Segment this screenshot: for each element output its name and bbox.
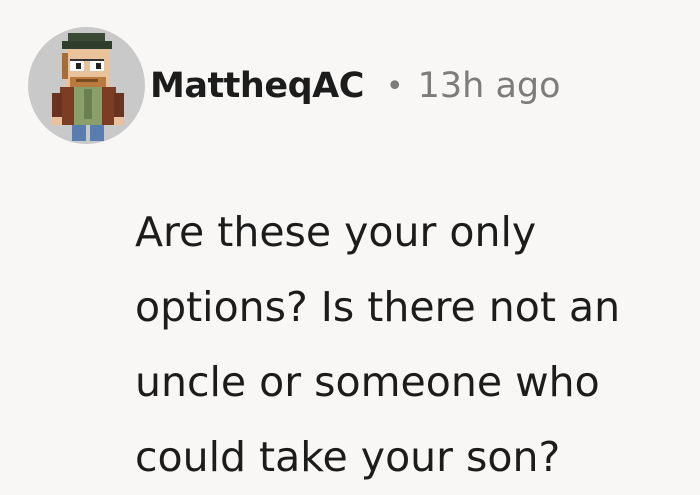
comment: MattheqAC • 13h ago Are these your only … xyxy=(0,0,700,491)
comment-body: Are these your only options? Is there no… xyxy=(135,208,621,481)
timestamp[interactable]: 13h ago xyxy=(418,66,561,106)
comment-header: MattheqAC • 13h ago xyxy=(150,61,561,111)
separator-dot: • xyxy=(385,68,404,104)
pixel-character-icon xyxy=(52,33,124,141)
username-link[interactable]: MattheqAC xyxy=(150,66,364,106)
user-avatar-icon[interactable] xyxy=(28,27,145,144)
